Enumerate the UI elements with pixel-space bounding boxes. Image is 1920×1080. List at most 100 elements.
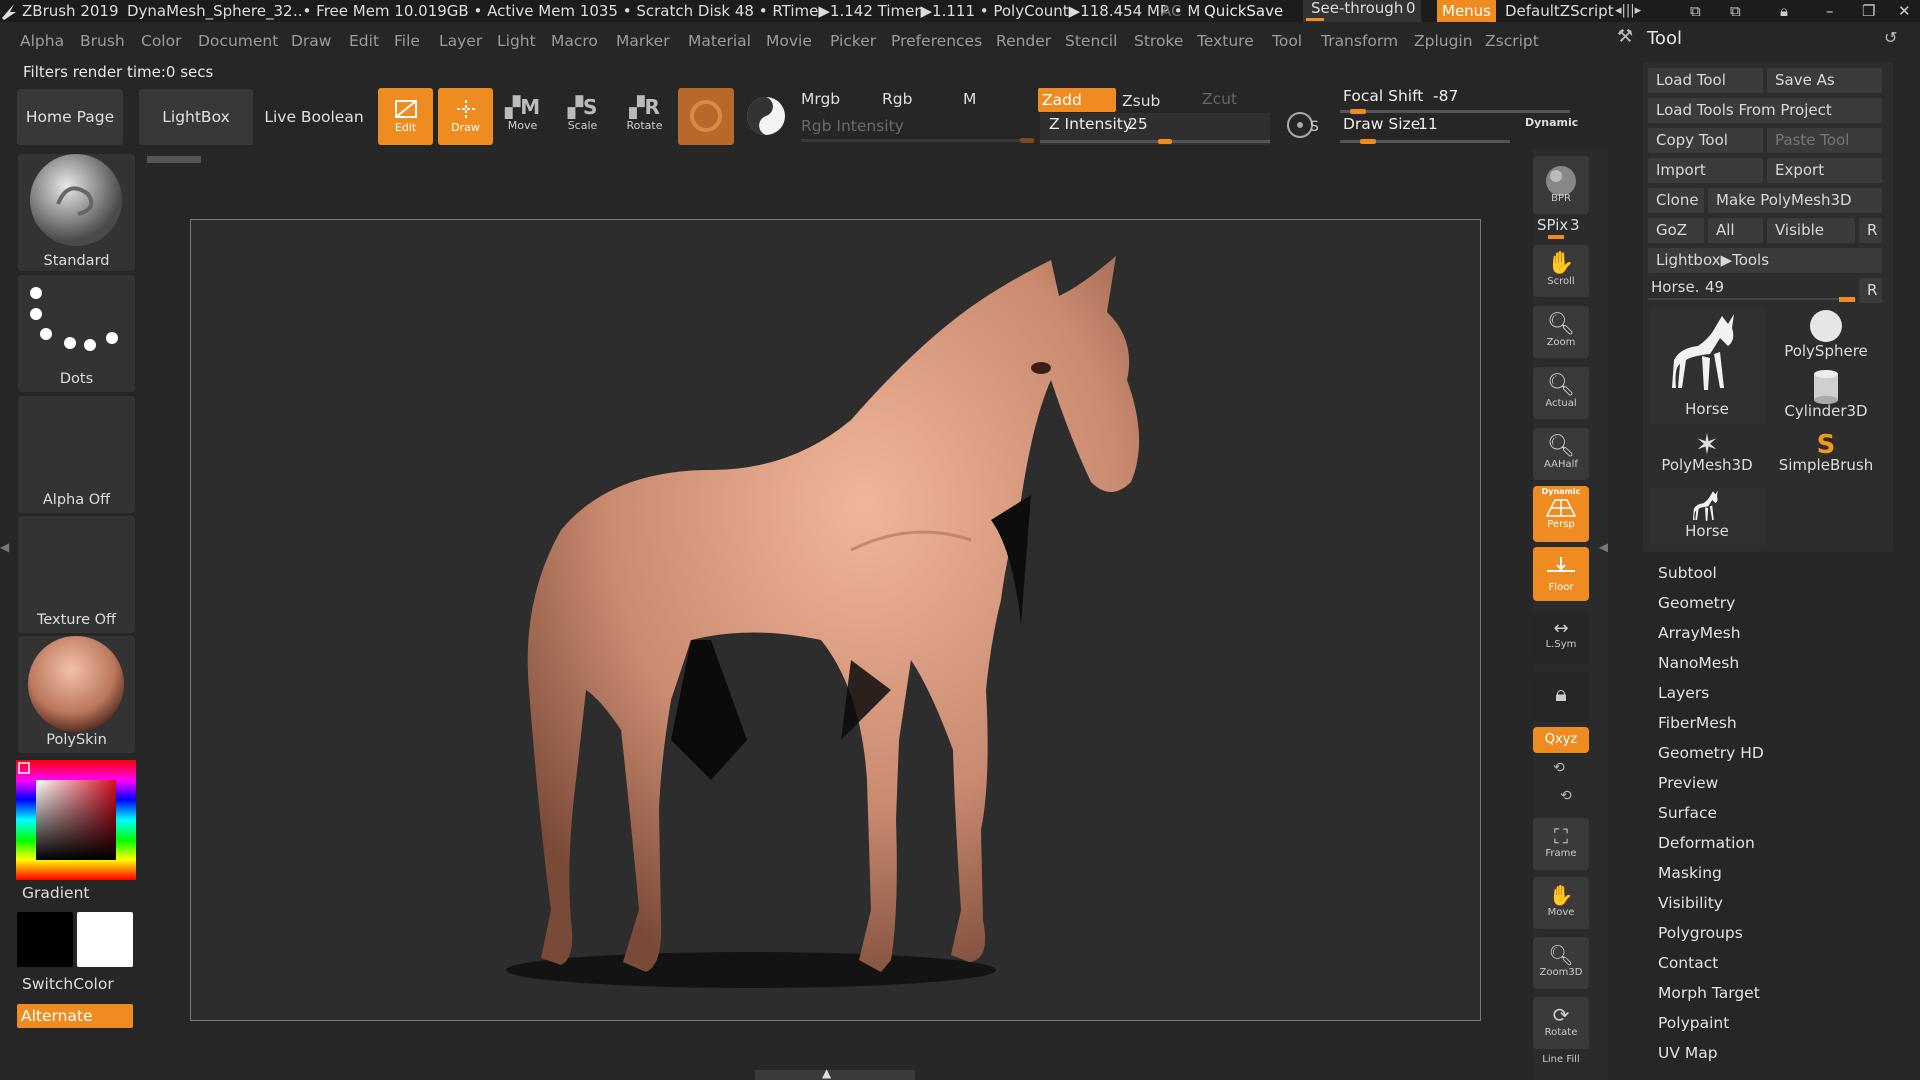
zoom3d-button[interactable]: 🔍︎ Zoom3D — [1533, 937, 1589, 989]
zadd-button[interactable]: Zadd — [1038, 88, 1116, 112]
see-through-slider[interactable]: See-through 0 — [1303, 0, 1421, 22]
focal-shift-slider[interactable]: Focal Shift -87 — [1336, 85, 1576, 115]
section-uv-map[interactable]: UV Map — [1658, 1044, 1718, 1062]
rotate-z-icon[interactable]: ⟲ — [1560, 788, 1572, 804]
switchcolor-button[interactable]: SwitchColor — [22, 975, 114, 993]
lsym-button[interactable]: ↔ L.Sym — [1533, 612, 1589, 664]
load-tools-from-project-button[interactable]: Load Tools From Project — [1648, 98, 1882, 123]
alternate-button[interactable]: Alternate — [17, 1004, 133, 1028]
lightbox-button[interactable]: LightBox — [139, 89, 253, 145]
section-contact[interactable]: Contact — [1658, 954, 1718, 972]
stroke-slot[interactable]: Dots — [18, 275, 135, 392]
clone-button[interactable]: Clone — [1648, 188, 1704, 213]
section-polypaint[interactable]: Polypaint — [1658, 1014, 1729, 1032]
left-tray-arrow-icon[interactable]: ◀ — [0, 540, 9, 564]
section-geometry-hd[interactable]: Geometry HD — [1658, 744, 1764, 762]
canvas-scrollbar[interactable] — [147, 156, 201, 163]
menu-stencil[interactable]: Stencil — [1065, 22, 1117, 60]
menu-stroke[interactable]: Stroke — [1134, 22, 1183, 60]
tool-thumb-horse-2[interactable]: Horse — [1649, 488, 1765, 546]
menu-picker[interactable]: Picker — [830, 22, 876, 60]
bottom-tray-arrow-icon[interactable]: ▲ — [822, 1066, 831, 1080]
persp-button[interactable]: Dynamic Persp — [1533, 486, 1589, 542]
tool-palette-title[interactable]: Tool — [1647, 28, 1682, 49]
color-picker[interactable] — [16, 760, 136, 880]
m-button[interactable]: M — [963, 90, 976, 108]
spix-slider[interactable] — [1548, 235, 1564, 239]
tool-thumb-polysphere[interactable]: PolySphere — [1768, 308, 1884, 366]
section-fibermesh[interactable]: FiberMesh — [1658, 714, 1737, 732]
layout-2-icon[interactable]: ⧉ — [1730, 0, 1741, 22]
xyz-symmetry-button[interactable]: Qxyz — [1533, 727, 1589, 753]
section-visibility[interactable]: Visibility — [1658, 894, 1723, 912]
zcut-button[interactable]: Zcut — [1202, 90, 1237, 108]
paste-tool-button[interactable]: Paste Tool — [1767, 128, 1882, 153]
alpha-slot[interactable]: Alpha Off — [18, 396, 135, 513]
document-viewport[interactable] — [190, 219, 1481, 1021]
menu-tool[interactable]: Tool — [1272, 22, 1302, 60]
quicksave-button[interactable]: QuickSave — [1204, 0, 1283, 22]
menu-edit[interactable]: Edit — [349, 22, 379, 60]
z-intensity-slider[interactable]: Z Intensity 25 — [1040, 113, 1270, 145]
secondary-color-swatch[interactable] — [77, 912, 133, 967]
copy-tool-button[interactable]: Copy Tool — [1648, 128, 1763, 153]
import-button[interactable]: Import — [1648, 158, 1763, 183]
rgb-button[interactable]: Rgb — [882, 90, 912, 108]
menu-light[interactable]: Light — [497, 22, 536, 60]
scale-button[interactable]: ▞S Scale — [560, 95, 605, 145]
spix-value[interactable]: 3 — [1570, 216, 1580, 234]
section-layers[interactable]: Layers — [1658, 684, 1709, 702]
section-masking[interactable]: Masking — [1658, 864, 1722, 882]
move-view-button[interactable]: ✋ Move — [1533, 877, 1589, 929]
rotate-view-button[interactable]: ⟳ Rotate — [1533, 997, 1589, 1049]
rgb-intensity-slider[interactable] — [801, 139, 1033, 142]
export-button[interactable]: Export — [1767, 158, 1882, 183]
menu-color[interactable]: Color — [141, 22, 181, 60]
live-boolean-button[interactable]: Live Boolean — [254, 89, 374, 145]
menus-toggle[interactable]: Menus — [1437, 0, 1496, 22]
zsub-button[interactable]: Zsub — [1122, 92, 1160, 110]
menu-transform[interactable]: Transform — [1321, 22, 1398, 60]
color-sphere-button[interactable] — [745, 95, 787, 137]
primary-color-swatch[interactable] — [17, 912, 73, 967]
rotate-button[interactable]: ▞R Rotate — [622, 95, 667, 145]
tool-thumb-polymesh3d[interactable]: ✶ PolyMesh3D — [1649, 428, 1765, 486]
menu-material[interactable]: Material — [688, 22, 751, 60]
material-swatch-button[interactable] — [678, 88, 734, 145]
menu-texture[interactable]: Texture — [1197, 22, 1254, 60]
texture-slot[interactable]: Texture Off — [18, 516, 135, 633]
layout-icon[interactable]: ⧉ — [1690, 0, 1701, 22]
minimize-icon[interactable]: – — [1826, 0, 1834, 22]
save-as-button[interactable]: Save As — [1767, 68, 1882, 93]
current-tool-r-button[interactable]: R — [1859, 278, 1882, 303]
menu-alpha[interactable]: Alpha — [20, 22, 64, 60]
move-button[interactable]: ▞M Move — [500, 95, 545, 145]
edit-button[interactable]: Edit — [378, 88, 433, 145]
gradient-label[interactable]: Gradient — [22, 884, 89, 902]
reset-palette-icon[interactable]: ↺ — [1884, 28, 1897, 47]
lightbox-tools-button[interactable]: Lightbox▶Tools — [1648, 248, 1882, 273]
scroll-button[interactable]: ✋ Scroll — [1533, 245, 1589, 297]
right-tray-arrow-icon[interactable]: ◀ — [1599, 540, 1608, 554]
current-tool-slider[interactable]: Horse. 49 — [1648, 276, 1856, 304]
menu-marker[interactable]: Marker — [616, 22, 670, 60]
lock-icon[interactable]: 🔒︎ — [1780, 0, 1788, 22]
make-polymesh3d-button[interactable]: Make PolyMesh3D — [1708, 188, 1882, 213]
menu-layer[interactable]: Layer — [439, 22, 482, 60]
section-preview[interactable]: Preview — [1658, 774, 1718, 792]
default-zscript-button[interactable]: DefaultZScript — [1505, 0, 1614, 22]
goz-button[interactable]: GoZ — [1648, 218, 1704, 243]
aahalf-button[interactable]: 🔍︎ AAHalf — [1533, 428, 1589, 480]
home-page-button[interactable]: Home Page — [17, 89, 123, 145]
panel-layout-icon[interactable]: ◂|||▸ — [1615, 0, 1641, 22]
section-deformation[interactable]: Deformation — [1658, 834, 1755, 852]
menu-draw[interactable]: Draw — [291, 22, 331, 60]
menu-zscript[interactable]: Zscript — [1485, 22, 1539, 60]
menu-brush[interactable]: Brush — [80, 22, 125, 60]
zoom-button[interactable]: 🔍︎ Zoom — [1533, 306, 1589, 358]
menu-file[interactable]: File — [394, 22, 420, 60]
menu-document[interactable]: Document — [198, 22, 278, 60]
brush-slot[interactable]: Standard — [18, 154, 135, 271]
local-transform-button[interactable]: 🔒︎ — [1533, 672, 1589, 722]
close-icon[interactable]: ✕ — [1898, 0, 1911, 22]
